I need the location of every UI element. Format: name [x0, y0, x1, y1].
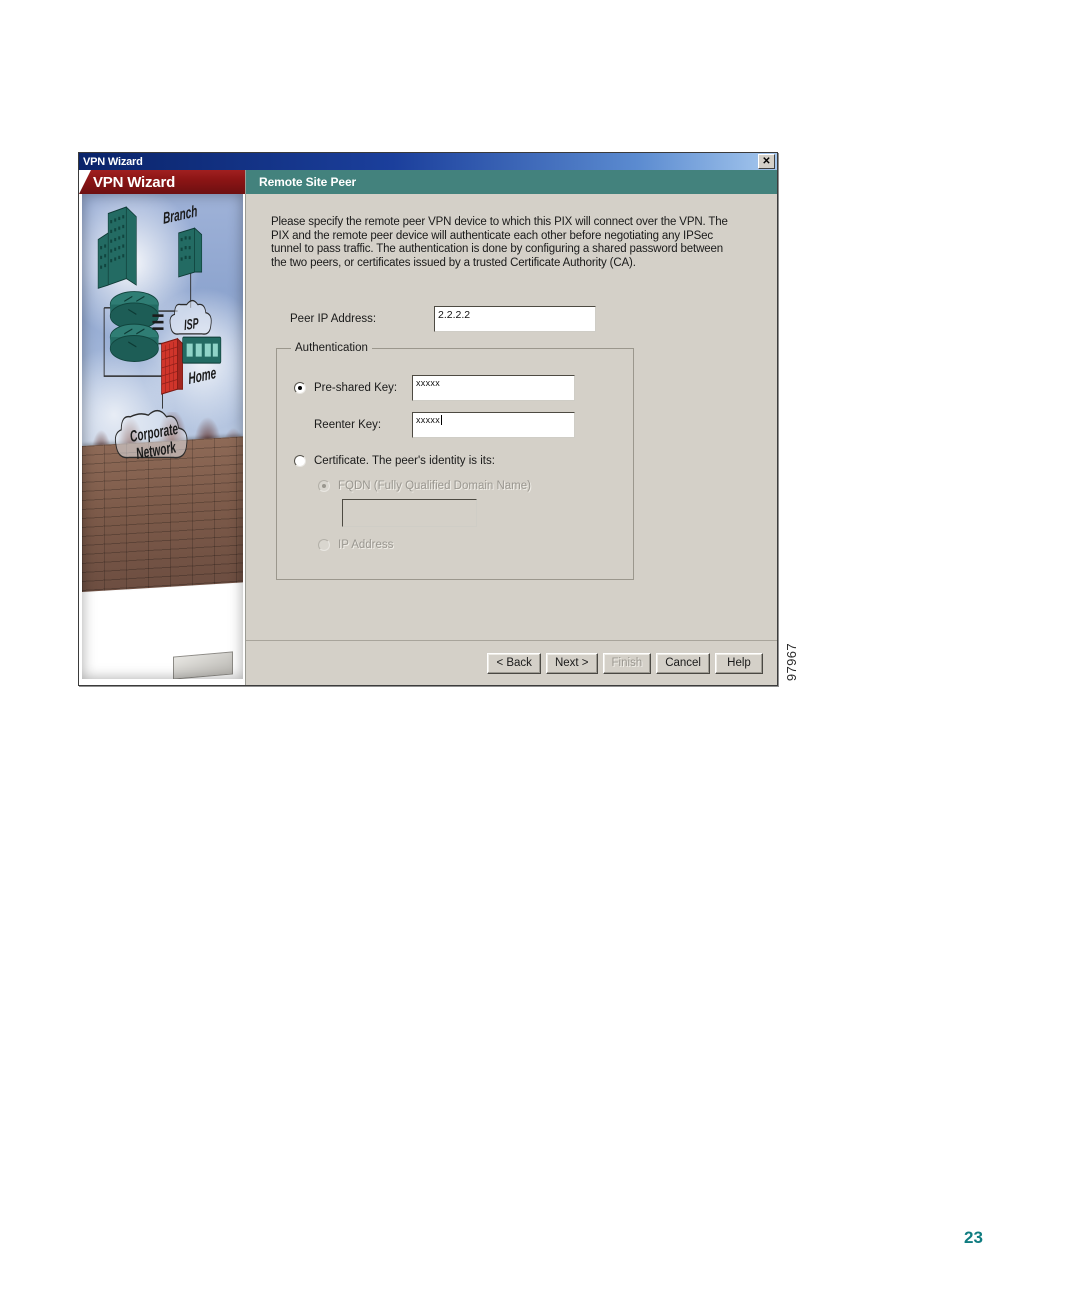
- wizard-content: Remote Site Peer Please specify the remo…: [245, 170, 777, 685]
- fqdn-input[interactable]: [342, 499, 477, 527]
- preshared-key-input[interactable]: xxxxx: [412, 375, 575, 401]
- page-main: Please specify the remote peer VPN devic…: [246, 194, 777, 685]
- finish-button: Finish: [602, 652, 652, 674]
- cancel-button[interactable]: Cancel: [656, 652, 710, 674]
- peer-ip-label: Peer IP Address:: [290, 313, 377, 325]
- text-cursor: [441, 415, 442, 425]
- page-number: 23: [964, 1228, 983, 1247]
- sidebar-banner-title: VPN Wizard: [79, 170, 245, 194]
- svg-text:Home: Home: [188, 363, 218, 387]
- network-topology-diagram: ISP Corporate Network Branch Home: [97, 202, 222, 463]
- fqdn-row: FQDN (Fully Qualified Domain Name): [318, 480, 633, 492]
- preshared-key-value: xxxxx: [416, 378, 440, 388]
- page-title: Remote Site Peer: [246, 170, 777, 194]
- ip-address-radio[interactable]: [318, 539, 330, 551]
- reenter-key-input[interactable]: xxxxx: [412, 412, 575, 438]
- peer-ip-row: Peer IP Address: 2.2.2.2: [271, 306, 755, 332]
- preshared-key-row: Pre-shared Key: xxxxx: [294, 375, 633, 401]
- ip-address-row: IP Address: [318, 539, 633, 551]
- illustration-people-photo: [82, 553, 243, 679]
- reenter-key-row: Reenter Key: xxxxx: [314, 412, 633, 438]
- figure-id: 97967: [784, 643, 799, 682]
- peer-ip-input[interactable]: 2.2.2.2: [434, 306, 596, 332]
- certificate-label: Certificate. The peer's identity is its:: [314, 455, 495, 467]
- authentication-group-label: Authentication: [291, 342, 372, 354]
- svg-text:ISP: ISP: [184, 314, 200, 333]
- fqdn-radio[interactable]: [318, 480, 330, 492]
- help-button[interactable]: Help: [715, 652, 763, 674]
- dialog-body: VPN Wizard ISP Corporate Network Branch …: [79, 170, 777, 685]
- reenter-key-label: Reenter Key:: [314, 419, 382, 431]
- ip-address-label: IP Address: [338, 539, 394, 551]
- reenter-key-value: xxxxx: [416, 415, 440, 425]
- illustration-monitor: [173, 651, 234, 679]
- window-titlebar: VPN Wizard ✕: [79, 153, 777, 170]
- vpn-network-illustration: ISP Corporate Network Branch Home: [82, 194, 243, 679]
- fqdn-input-row: [342, 499, 633, 527]
- wizard-button-bar: < Back Next > Finish Cancel Help: [246, 640, 777, 685]
- svg-text:Branch: Branch: [162, 202, 198, 228]
- back-button[interactable]: < Back: [487, 652, 541, 674]
- wizard-sidebar: VPN Wizard ISP Corporate Network Branch …: [79, 170, 245, 685]
- certificate-row: Certificate. The peer's identity is its:: [294, 455, 633, 467]
- preshared-key-label: Pre-shared Key:: [314, 382, 398, 394]
- preshared-key-radio[interactable]: [294, 382, 306, 394]
- vpn-wizard-dialog: VPN Wizard ✕ VPN Wizard ISP Corporate Ne…: [78, 152, 778, 686]
- intro-description: Please specify the remote peer VPN devic…: [271, 216, 728, 269]
- certificate-radio[interactable]: [294, 455, 306, 467]
- next-button[interactable]: Next >: [545, 652, 598, 674]
- window-title: VPN Wizard: [83, 155, 143, 168]
- authentication-groupbox: Authentication Pre-shared Key: xxxxx Ree…: [276, 342, 634, 580]
- close-icon[interactable]: ✕: [758, 154, 775, 169]
- fqdn-label: FQDN (Fully Qualified Domain Name): [338, 480, 531, 492]
